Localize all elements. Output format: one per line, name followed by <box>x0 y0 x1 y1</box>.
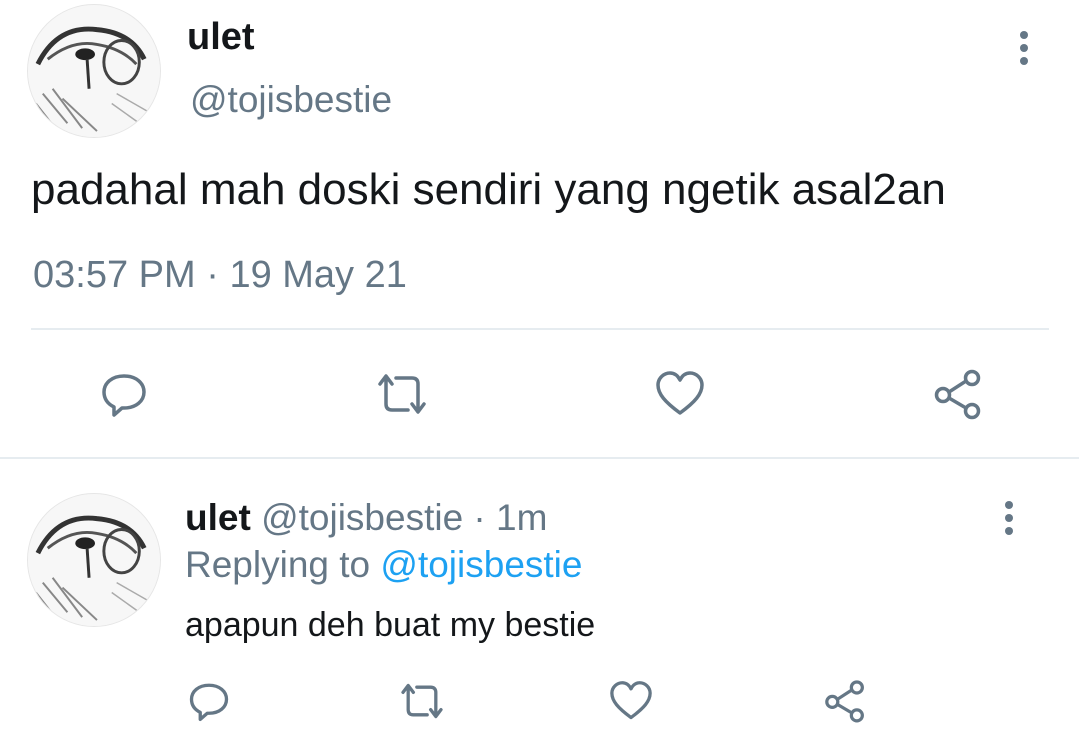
tweet-text: padahal mah doski sendiri yang ngetik as… <box>31 165 946 214</box>
reply-text: apapun deh buat my bestie <box>185 606 596 644</box>
reply-author-handle[interactable]: @tojisbestie <box>261 497 463 538</box>
avatar-image <box>28 494 160 626</box>
avatar-image <box>28 5 160 137</box>
replying-to: Replying to @tojisbestie <box>185 542 582 588</box>
reply-reply-icon[interactable] <box>184 676 234 726</box>
author-name[interactable]: ulet <box>187 14 255 60</box>
divider <box>31 328 1049 330</box>
timestamp-separator: · <box>195 254 230 296</box>
reply-author-name[interactable]: ulet <box>185 497 251 538</box>
reply-avatar[interactable] <box>27 493 161 627</box>
reply-icon[interactable] <box>96 366 152 422</box>
age-separator: · <box>463 497 497 538</box>
reply-more-options-icon[interactable] <box>989 498 1029 538</box>
replying-mention-link[interactable]: @tojisbestie <box>380 544 582 585</box>
section-separator <box>0 457 1079 459</box>
replying-label: Replying to <box>185 544 381 585</box>
avatar[interactable] <box>27 4 161 138</box>
retweet-icon[interactable] <box>370 366 434 422</box>
reply-share-icon[interactable] <box>820 676 870 726</box>
reply-retweet-icon[interactable] <box>394 676 450 726</box>
tweet-timestamp: 03:57 PM · 19 May 21 <box>33 251 407 299</box>
reply-header: ulet @tojisbestie · 1m <box>185 495 547 541</box>
tweet-time: 03:57 PM <box>33 254 196 296</box>
like-icon[interactable] <box>652 366 708 422</box>
tweet-date: 19 May 21 <box>229 254 407 296</box>
reply-age: 1m <box>496 497 548 538</box>
author-handle[interactable]: @tojisbestie <box>190 78 392 122</box>
more-options-icon[interactable] <box>1004 28 1044 68</box>
share-icon[interactable] <box>930 366 986 422</box>
reply-like-icon[interactable] <box>606 676 656 726</box>
